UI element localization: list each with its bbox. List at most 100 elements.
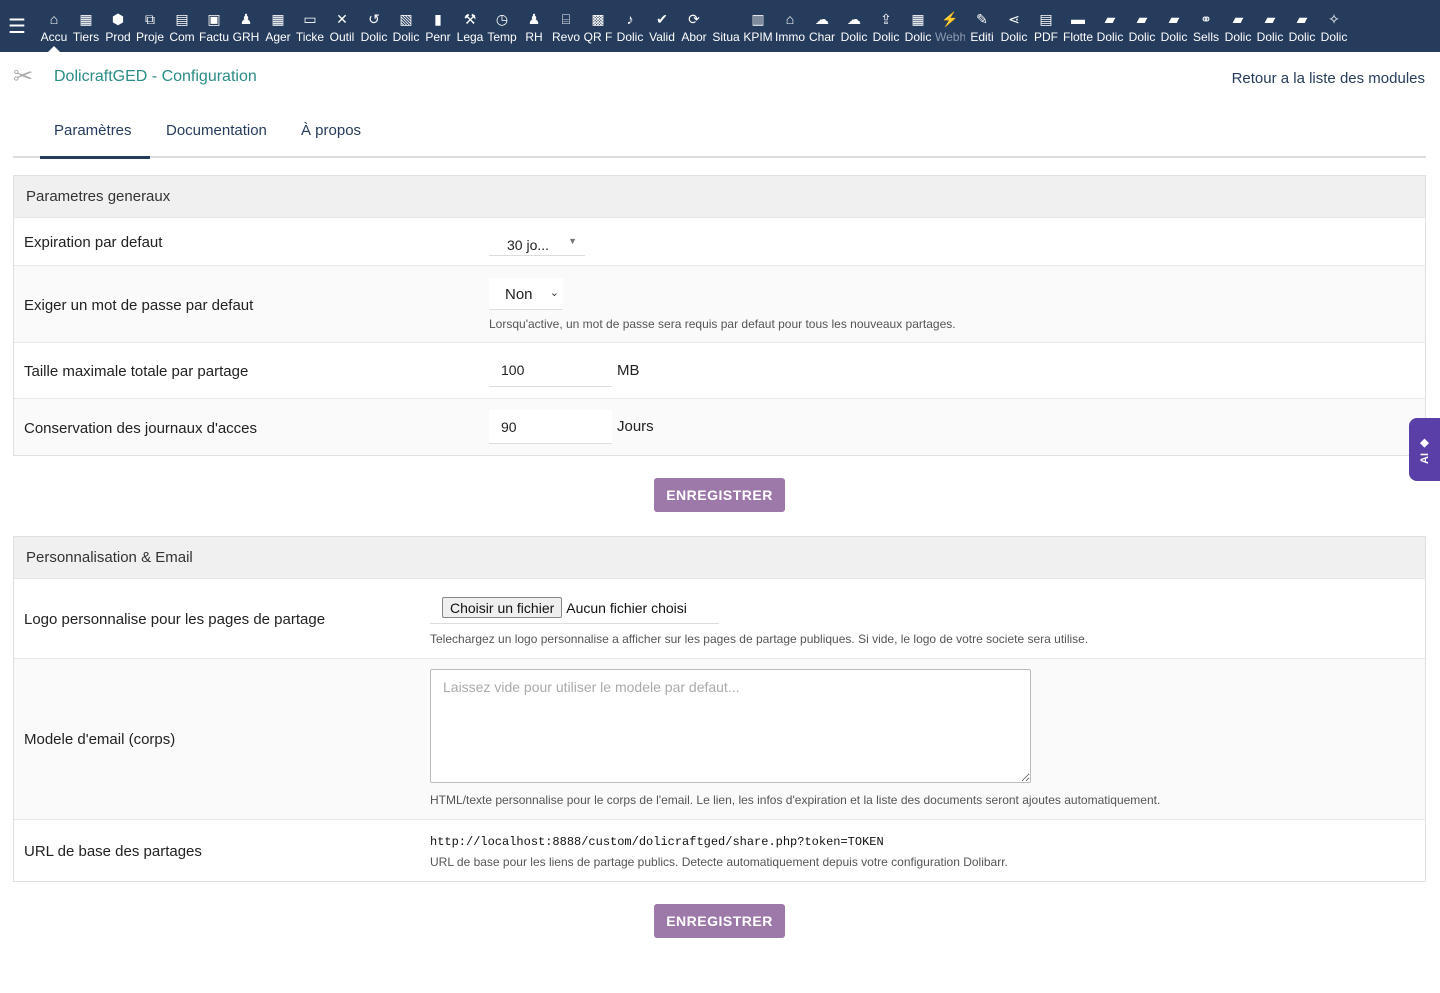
- menu-item-27[interactable]: ▦ Dolic: [902, 0, 934, 52]
- menu-item-label: Dolic: [1096, 30, 1124, 44]
- menu-item-40[interactable]: ✧ Dolic: [1318, 0, 1350, 52]
- briefcase-icon: ▤: [175, 11, 189, 27]
- log-retention-label: Conservation des journaux d'acces: [24, 420, 257, 437]
- email-template-textarea[interactable]: [430, 669, 1031, 783]
- menu-item-2[interactable]: ⬢ Prod: [102, 0, 134, 52]
- menu-item-34[interactable]: ▰ Dolic: [1126, 0, 1158, 52]
- password-select[interactable]: Non ⌄: [489, 278, 563, 310]
- menu-item-11[interactable]: ▧ Dolic: [390, 0, 422, 52]
- base-url-value: http://localhost:8888/custom/dolicraftge…: [430, 835, 884, 849]
- logo-help: Telechargez un logo personnalise a affic…: [430, 632, 1089, 646]
- hamburger-icon[interactable]: ☰: [0, 0, 34, 52]
- menu-item-29[interactable]: ✎ Editi: [966, 0, 998, 52]
- share-icon: ⋖: [1008, 11, 1020, 27]
- tab-documentation[interactable]: Documentation: [166, 122, 267, 139]
- menu-item-label: Immo: [775, 30, 805, 44]
- menu-item-35[interactable]: ▰ Dolic: [1158, 0, 1190, 52]
- ai-assistant-tab[interactable]: ◆ AI: [1409, 418, 1440, 481]
- menu-item-38[interactable]: ▰ Dolic: [1254, 0, 1286, 52]
- menu-item-15[interactable]: ♟ RH: [518, 0, 550, 52]
- menu-item-label: Proje: [135, 30, 164, 44]
- menu-item-label: Webh: [935, 30, 965, 44]
- back-to-modules-link[interactable]: Retour a la liste des modules: [1232, 70, 1425, 87]
- expiration-select[interactable]: 30 jo... ▼: [489, 230, 585, 256]
- password-help: Lorsqu'active, un mot de passe sera requ…: [489, 317, 956, 331]
- tab-bar: Paramètres Documentation À propos: [13, 108, 1426, 159]
- menu-item-0[interactable]: ⌂ Accu: [38, 0, 70, 52]
- chart-bar-icon: ▥: [751, 11, 765, 27]
- menu-item-label: Editi: [970, 30, 994, 44]
- menu-item-23[interactable]: ⌂ Immo: [774, 0, 806, 52]
- menu-item-label: Dolic: [1256, 30, 1284, 44]
- menu-item-37[interactable]: ▰ Dolic: [1222, 0, 1254, 52]
- qrcode-icon: ▩: [591, 11, 605, 27]
- section-heading: Personnalisation & Email: [14, 537, 1425, 578]
- menu-item-28[interactable]: ⚡ Webh: [934, 0, 966, 52]
- menu-item-39[interactable]: ▰ Dolic: [1286, 0, 1318, 52]
- menu-item-36[interactable]: ⚭ Sells: [1190, 0, 1222, 52]
- menu-item-31[interactable]: ▤ PDF: [1030, 0, 1062, 52]
- file-status: Aucun fichier choisi: [566, 599, 687, 616]
- save-general-button[interactable]: ENREGISTRER: [654, 478, 785, 512]
- house-icon: ⌂: [785, 11, 795, 27]
- calendar-icon: ▦: [271, 11, 285, 27]
- menu-item-label: Factu: [199, 30, 229, 44]
- max-size-input[interactable]: [489, 353, 612, 387]
- tab-a-propos[interactable]: À propos: [301, 122, 361, 139]
- menu-item-label: Dolic: [872, 30, 900, 44]
- menu-item-33[interactable]: ▰ Dolic: [1094, 0, 1126, 52]
- menu-item-30[interactable]: ⋖ Dolic: [998, 0, 1030, 52]
- ai-tab-label: AI: [1418, 452, 1431, 464]
- menu-item-21[interactable]: Situa: [710, 0, 742, 52]
- sitemap-icon: ⧉: [145, 11, 155, 27]
- base-url-label: URL de base des partages: [24, 843, 202, 860]
- tab-parametres[interactable]: Paramètres: [40, 122, 149, 159]
- menu-item-10[interactable]: ↺ Dolic: [358, 0, 390, 52]
- menu-item-24[interactable]: ☁ Char: [806, 0, 838, 52]
- log-retention-unit: Jours: [617, 418, 654, 435]
- menu-item-25[interactable]: ☁ Dolic: [838, 0, 870, 52]
- menu-item-6[interactable]: ♟ GRH: [230, 0, 262, 52]
- menu-item-13[interactable]: ⚒ Lega: [454, 0, 486, 52]
- menu-item-label: PDF: [1034, 30, 1058, 44]
- menu-item-17[interactable]: ▩ QR F: [582, 0, 614, 52]
- menu-item-22[interactable]: ▥ KPIM: [742, 0, 774, 52]
- menu-item-label: Dolic: [392, 30, 420, 44]
- log-retention-input[interactable]: [489, 410, 612, 444]
- menu-item-26[interactable]: ⇪ Dolic: [870, 0, 902, 52]
- menu-item-18[interactable]: ♪ Dolic: [614, 0, 646, 52]
- menu-item-label: Sells: [1192, 30, 1219, 44]
- pdf-icon: ▤: [1039, 11, 1053, 27]
- menu-item-9[interactable]: ✕ Outil: [326, 0, 358, 52]
- upload-icon: ⇪: [880, 11, 892, 27]
- general-settings-section: Parametres generaux Expiration par defau…: [13, 175, 1426, 456]
- menu-item-19[interactable]: ✔ Valid: [646, 0, 678, 52]
- save-personalisation-button[interactable]: ENREGISTRER: [654, 904, 785, 938]
- note-page-icon: ▰: [1104, 11, 1116, 27]
- menu-item-label: Flotte: [1063, 30, 1093, 44]
- menu-item-label: Dolic: [1128, 30, 1156, 44]
- menu-item-16[interactable]: ⌸ Revo: [550, 0, 582, 52]
- menu-item-4[interactable]: ▤ Com: [166, 0, 198, 52]
- menu-item-label: Char: [808, 30, 835, 44]
- menu-item-label: Dolic: [904, 30, 932, 44]
- menu-item-8[interactable]: ▭ Ticke: [294, 0, 326, 52]
- menu-item-label: Outil: [329, 30, 355, 44]
- menu-item-7[interactable]: ▦ Ager: [262, 0, 294, 52]
- menu-item-3[interactable]: ⧉ Proje: [134, 0, 166, 52]
- menu-item-32[interactable]: ▬ Flotte: [1062, 0, 1094, 52]
- row-log-retention: Conservation des journaux d'acces Jours: [14, 398, 1425, 455]
- menu-item-14[interactable]: ◷ Temp: [486, 0, 518, 52]
- menu-item-12[interactable]: ▮ Penr: [422, 0, 454, 52]
- menu-item-5[interactable]: ▣ Factu: [198, 0, 230, 52]
- menu-item-label: Dolic: [1224, 30, 1252, 44]
- clock-icon: ◷: [495, 11, 509, 27]
- note-page-icon: ▰: [1136, 11, 1148, 27]
- menu-item-1[interactable]: ▦ Tiers: [70, 0, 102, 52]
- menu-item-20[interactable]: ⟳ Abor: [678, 0, 710, 52]
- row-base-url: URL de base des partages http://localhos…: [14, 819, 1425, 881]
- check-double-icon: ✔: [656, 11, 668, 27]
- cloud-icon: ☁: [847, 11, 861, 27]
- menu-item-label: KPIM: [743, 30, 773, 44]
- choose-file-button[interactable]: Choisir un fichier: [442, 597, 563, 618]
